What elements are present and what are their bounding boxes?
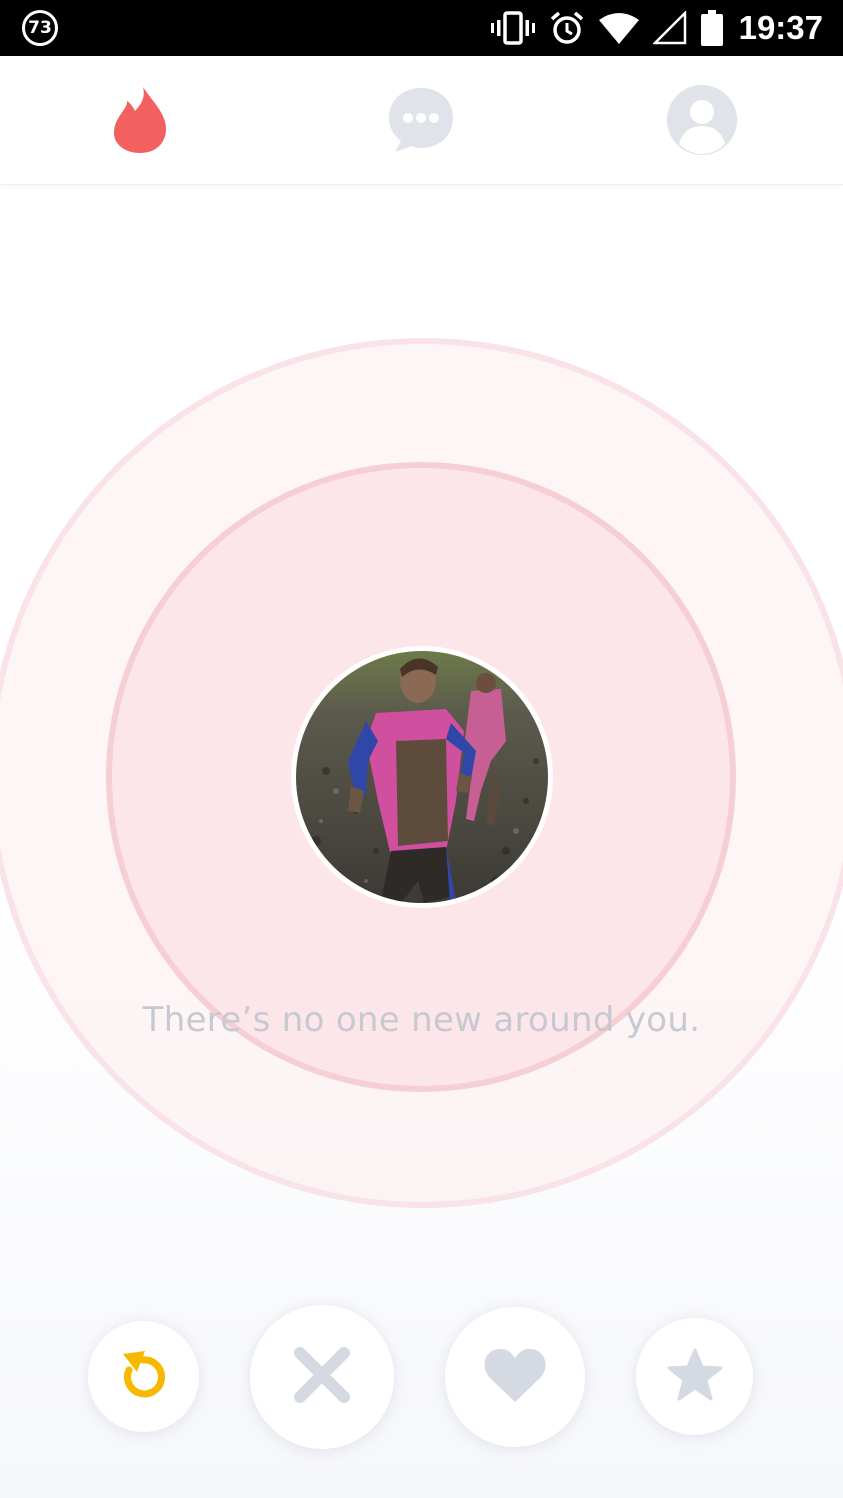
like-button[interactable] [445, 1307, 585, 1447]
nope-button[interactable] [250, 1305, 394, 1449]
alarm-icon [549, 10, 585, 46]
tab-messages[interactable] [385, 86, 457, 158]
cell-signal-icon [652, 11, 687, 45]
top-nav [0, 56, 843, 185]
status-time: 19:37 [738, 9, 823, 46]
rewind-button[interactable] [88, 1321, 199, 1432]
profile-icon [666, 84, 738, 160]
vibrate-icon [490, 11, 535, 45]
nope-icon [292, 1345, 352, 1409]
notification-count: 73 [28, 18, 52, 38]
super-like-button[interactable] [636, 1318, 753, 1435]
rewind-icon [119, 1348, 169, 1406]
like-icon [482, 1346, 548, 1408]
empty-state-message: There’s no one new around you. [142, 1000, 701, 1040]
status-bar: 73 19:37 [0, 0, 843, 56]
tab-profile[interactable] [666, 84, 738, 160]
messages-icon [387, 86, 455, 158]
wifi-icon [598, 12, 639, 44]
super-like-icon [667, 1348, 723, 1406]
user-avatar [291, 646, 553, 908]
battery-icon [700, 10, 723, 46]
notification-count-badge: 73 [22, 10, 58, 46]
user-photo [296, 651, 548, 903]
tab-discover[interactable] [104, 86, 176, 158]
flame-icon [110, 85, 170, 159]
status-icons: 19:37 [477, 6, 823, 50]
